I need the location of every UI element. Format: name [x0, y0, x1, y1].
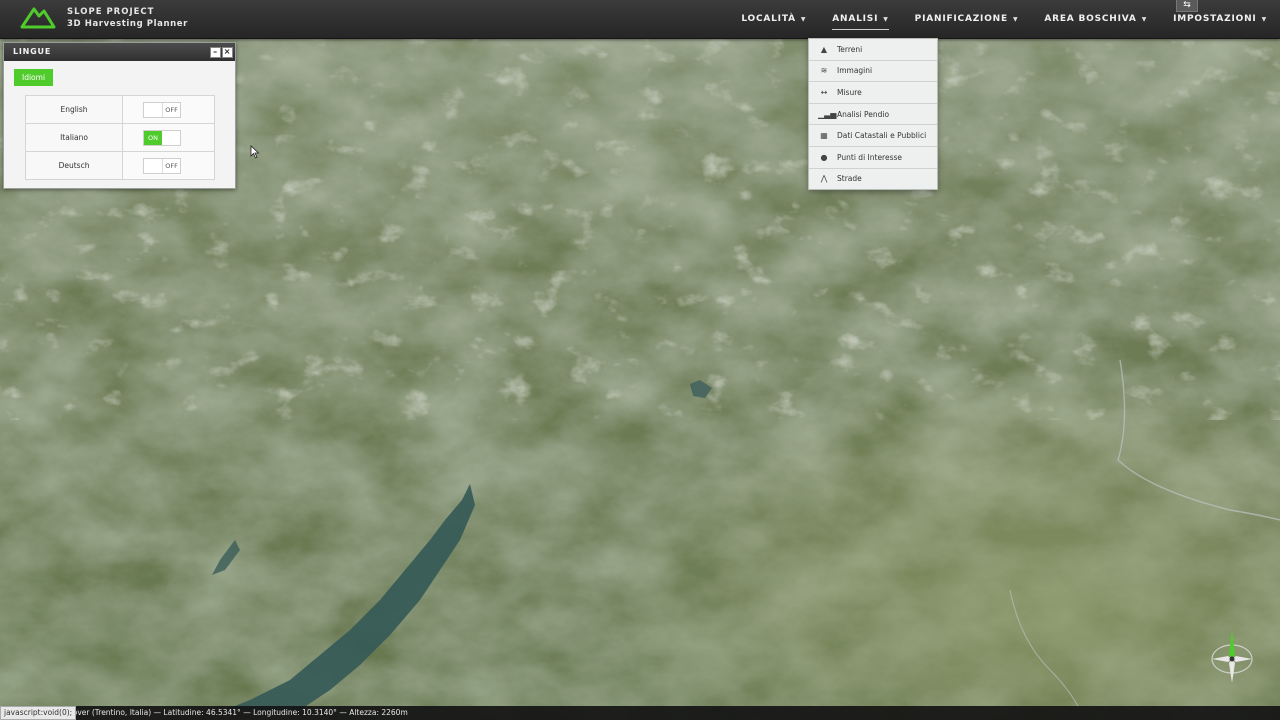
table-row: English OFF [24, 95, 215, 124]
brand-title: SLOPE PROJECT [67, 7, 155, 17]
menu-item-punti-interesse[interactable]: ● Punti di Interesse [809, 147, 937, 169]
language-name: Deutsch [24, 151, 124, 180]
minimize-icon[interactable]: – [210, 47, 221, 58]
location-readout: Sover (Trentino, Italia) — Latitudine: 4… [68, 708, 408, 717]
caret-down-icon: ▼ [1261, 15, 1267, 23]
menu-item-analisi-pendio[interactable]: ▁▃▅ Analisi Pendio [809, 104, 937, 126]
bar-chart-icon: ▁▃▅ [818, 109, 837, 119]
compass-icon[interactable] [1206, 625, 1258, 685]
latitude-label: Latitudine: [163, 708, 204, 717]
brand-subtitle: 3D Harvesting Planner [67, 19, 188, 29]
nav-impostazioni[interactable]: IMPOSTAZIONI ▼ [1160, 0, 1280, 38]
close-icon[interactable]: × [222, 47, 233, 58]
nav-impostazioni-label: IMPOSTAZIONI [1173, 14, 1257, 24]
toggle-state: ON [144, 130, 163, 145]
mountain-icon: ▲ [820, 44, 828, 54]
menu-item-label: Analisi Pendio [837, 109, 890, 119]
menu-item-terreni[interactable]: ▲ Terreni [809, 39, 937, 61]
panel-title: LINGUE [13, 47, 52, 56]
layers-icon: ≋ [820, 66, 828, 76]
toggle-deutsch[interactable]: OFF [143, 157, 182, 174]
panel-header[interactable]: LINGUE – × [4, 43, 235, 61]
toggle-italiano[interactable]: ON [143, 129, 182, 146]
status-bar: Sover (Trentino, Italia) — Latitudine: 4… [0, 706, 1280, 720]
longitude-label: Longitudine: [253, 708, 300, 717]
link-url-tooltip: javascript:void(0); [0, 706, 77, 720]
mouse-cursor-icon [250, 145, 260, 159]
tab-idiomi[interactable]: Idiomi [14, 69, 54, 86]
caret-down-icon: ▼ [800, 15, 807, 23]
language-name: English [24, 95, 124, 124]
menu-item-label: Misure [837, 87, 862, 97]
toggle-state: OFF [165, 105, 178, 114]
analisi-dropdown-menu: ▲ Terreni ≋ Immagini ↔ Misure ▁▃▅ Analis… [808, 38, 938, 191]
menu-item-label: Immagini [837, 66, 873, 76]
measure-arrows-icon: ↔ [820, 87, 828, 97]
language-table: English OFF Italiano ON Deutsch OFF [24, 95, 215, 180]
nav-pianificazione-label: PIANIFICAZIONE [914, 14, 1008, 24]
menu-item-dati-catastali[interactable]: ▦ Dati Catastali e Pubblici [809, 125, 937, 147]
nav-area-boschiva-label: AREA BOSCHIVA [1044, 14, 1137, 24]
table-row: Italiano ON [24, 123, 215, 152]
toggle-english[interactable]: OFF [143, 101, 182, 118]
menu-item-label: Strade [837, 174, 862, 184]
lingue-panel: LINGUE – × Idiomi English OFF Italiano O… [3, 42, 236, 189]
nav-localita[interactable]: LOCALITÀ ▼ [728, 0, 819, 38]
caret-down-icon: ▼ [1012, 15, 1019, 23]
nav-pianificazione[interactable]: PIANIFICAZIONE ▼ [902, 0, 1032, 38]
menu-item-label: Punti di Interesse [837, 152, 903, 162]
nav-area-boschiva[interactable]: AREA BOSCHIVA ▼ [1031, 0, 1160, 38]
road-icon: ⋀ [820, 174, 828, 184]
table-row: Deutsch OFF [24, 151, 215, 180]
nav-analisi[interactable]: ANALISI ▼ [819, 0, 901, 38]
top-navigation-bar: SLOPE PROJECT 3D Harvesting Planner ⇆ LO… [0, 0, 1280, 39]
toggle-state: OFF [165, 161, 178, 170]
caret-down-icon: ▼ [883, 15, 889, 23]
menu-item-immagini[interactable]: ≋ Immagini [809, 61, 937, 83]
brand: SLOPE PROJECT 3D Harvesting Planner [67, 6, 188, 30]
altitude-label: Altezza: [349, 708, 379, 717]
menu-item-label: Dati Catastali e Pubblici [837, 131, 927, 141]
language-name: Italiano [24, 123, 124, 152]
menu-item-label: Terreni [837, 44, 863, 54]
location-name: Sover (Trentino, Italia) [68, 708, 152, 717]
main-menu: LOCALITÀ ▼ ANALISI ▼ PIANIFICAZIONE ▼ AR… [728, 0, 1280, 38]
menu-item-misure[interactable]: ↔ Misure [809, 82, 937, 104]
nav-analisi-label: ANALISI [832, 14, 879, 24]
mountain-logo-icon[interactable] [20, 3, 56, 31]
longitude-value: 10.3140° [302, 708, 337, 717]
grid-icon: ▦ [820, 131, 828, 141]
map-pin-icon: ● [820, 152, 828, 162]
caret-down-icon: ▼ [1141, 15, 1148, 23]
menu-item-strade[interactable]: ⋀ Strade [809, 169, 937, 190]
nav-localita-label: LOCALITÀ [741, 14, 796, 24]
altitude-value: 2260m [381, 708, 408, 717]
latitude-value: 46.5341° [206, 708, 241, 717]
